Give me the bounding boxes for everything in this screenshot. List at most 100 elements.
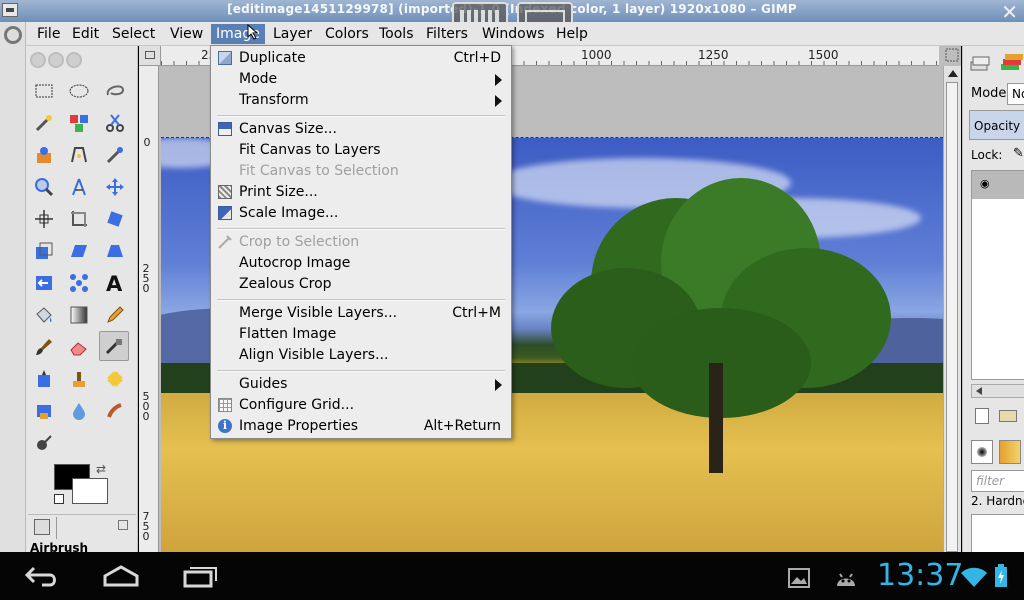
menu-item-mode[interactable]: Mode (212, 69, 510, 90)
text-icon[interactable]: A (100, 268, 130, 298)
menu-colors[interactable]: Colors (320, 24, 374, 44)
lock-pixels-icon[interactable]: ✎ (1013, 146, 1024, 161)
perspective-clone-icon[interactable] (29, 396, 59, 426)
pencil-icon[interactable] (100, 300, 130, 330)
color-picker-icon[interactable] (100, 140, 130, 170)
gear-icon[interactable] (4, 26, 22, 44)
paths-icon[interactable] (64, 140, 94, 170)
menu-item-zealous-crop[interactable]: Zealous Crop (212, 274, 510, 295)
fuzzy-select-icon[interactable] (29, 108, 59, 138)
layers-list[interactable]: ◉ (971, 170, 1024, 380)
layers-tab-icon[interactable] (969, 52, 991, 74)
brush-filter-input[interactable]: filter (971, 470, 1024, 492)
menu-item-canvas-size[interactable]: Canvas Size... (212, 119, 510, 140)
blur-icon[interactable] (64, 396, 94, 426)
home-button[interactable] (102, 564, 140, 592)
scissors-icon[interactable] (100, 108, 130, 138)
vertical-ruler[interactable]: 0 250 500 750 (139, 66, 159, 552)
menu-item-autocrop-image[interactable]: Autocrop Image (212, 253, 510, 274)
menu-layer[interactable]: Layer (268, 24, 317, 44)
menu-item-image-properties[interactable]: i Image Properties Alt+Return (212, 416, 510, 437)
ruler-label: 500 (142, 390, 150, 423)
navigate-icon[interactable] (945, 48, 959, 62)
gallery-notification-icon[interactable] (788, 568, 810, 592)
canvas-size-icon (218, 122, 232, 136)
recent-apps-button[interactable] (182, 564, 220, 592)
menu-item-guides[interactable]: Guides (212, 374, 510, 395)
menu-help[interactable]: Help (551, 24, 593, 44)
perspective-icon[interactable] (100, 236, 130, 266)
rotate-icon[interactable] (100, 204, 130, 234)
swap-colors-icon[interactable]: ⇄ (96, 462, 106, 476)
layer-row[interactable]: ◉ (972, 171, 1024, 199)
flip-icon[interactable] (29, 268, 59, 298)
opacity-slider[interactable]: Opacity (969, 110, 1024, 140)
battery-icon (994, 564, 1008, 592)
crop-icon[interactable] (64, 204, 94, 234)
scale-image-icon (218, 206, 232, 220)
status-clock: 13:37 (877, 558, 964, 593)
smudge-icon[interactable] (100, 396, 130, 426)
mode-select[interactable]: No (1007, 83, 1024, 105)
ink-icon[interactable] (29, 364, 59, 394)
measure-icon[interactable] (64, 172, 94, 202)
brushes-tab-icon[interactable] (971, 440, 993, 464)
eye-icon[interactable]: ◉ (980, 177, 990, 190)
menu-item-scale-image[interactable]: Scale Image... (212, 203, 510, 224)
new-layer-icon[interactable] (975, 408, 989, 424)
default-colors-icon[interactable] (54, 494, 64, 504)
menu-file[interactable]: File (32, 24, 65, 44)
rect-select-icon[interactable] (29, 76, 59, 106)
scrollbar-thumb[interactable] (946, 82, 958, 552)
ellipse-select-icon[interactable] (64, 76, 94, 106)
ruler-label: 1000 (581, 48, 612, 62)
layers-hscrollbar[interactable] (971, 384, 1024, 398)
bucket-fill-icon[interactable] (29, 300, 59, 330)
menu-item-fit-canvas-to-layers[interactable]: Fit Canvas to Layers (212, 140, 510, 161)
airbrush-icon[interactable] (99, 331, 129, 361)
menu-item-flatten-image[interactable]: Flatten Image (212, 324, 510, 345)
clone-icon[interactable] (64, 364, 94, 394)
zoom-icon[interactable] (29, 172, 59, 202)
vertical-scrollbar[interactable] (943, 66, 961, 552)
back-button[interactable] (24, 564, 58, 592)
select-by-color-icon[interactable] (64, 108, 94, 138)
menu-item-merge-visible-layers[interactable]: Merge Visible Layers... Ctrl+M (212, 303, 510, 324)
menu-item-transform[interactable]: Transform (212, 90, 510, 111)
cage-transform-icon[interactable] (64, 268, 94, 298)
configure-tab-icon[interactable] (118, 520, 128, 530)
shear-icon[interactable] (64, 236, 94, 266)
patterns-tab-icon[interactable] (999, 440, 1021, 464)
dodge-burn-icon[interactable] (29, 428, 59, 458)
menu-item-align-visible-layers[interactable]: Align Visible Layers... (212, 345, 510, 366)
menu-tools[interactable]: Tools (374, 24, 419, 44)
menu-windows[interactable]: Windows (477, 24, 550, 44)
scroll-up-icon[interactable] (948, 70, 958, 77)
paintbrush-icon[interactable] (29, 332, 59, 362)
android-debug-icon[interactable] (834, 568, 858, 592)
ruler-corner[interactable] (139, 46, 161, 66)
eraser-icon[interactable] (64, 332, 94, 362)
wilber-logo (30, 48, 100, 70)
menu-edit[interactable]: Edit (67, 24, 104, 44)
foreground-select-icon[interactable] (29, 140, 59, 170)
menu-item-print-size[interactable]: Print Size... (212, 182, 510, 203)
move-icon[interactable] (100, 172, 130, 202)
gradient-icon[interactable] (64, 300, 94, 330)
channels-tab-icon[interactable] (999, 52, 1023, 74)
heal-icon[interactable] (100, 364, 130, 394)
background-color-swatch[interactable] (72, 478, 108, 504)
align-icon[interactable] (29, 204, 59, 234)
tool-options-icon[interactable] (34, 519, 50, 535)
menu-view[interactable]: View (165, 24, 208, 44)
close-window-button[interactable]: ✕ (1001, 2, 1018, 22)
brush-preview[interactable] (971, 514, 1024, 552)
scale-icon[interactable] (29, 236, 59, 266)
menu-item-configure-grid[interactable]: Configure Grid... (212, 395, 510, 416)
menu-separator (217, 115, 505, 117)
menu-filters[interactable]: Filters (421, 24, 473, 44)
menu-item-duplicate[interactable]: Duplicate Ctrl+D (212, 48, 510, 69)
menu-select[interactable]: Select (107, 24, 160, 44)
open-folder-icon[interactable] (999, 410, 1017, 422)
lasso-icon[interactable] (100, 76, 130, 106)
